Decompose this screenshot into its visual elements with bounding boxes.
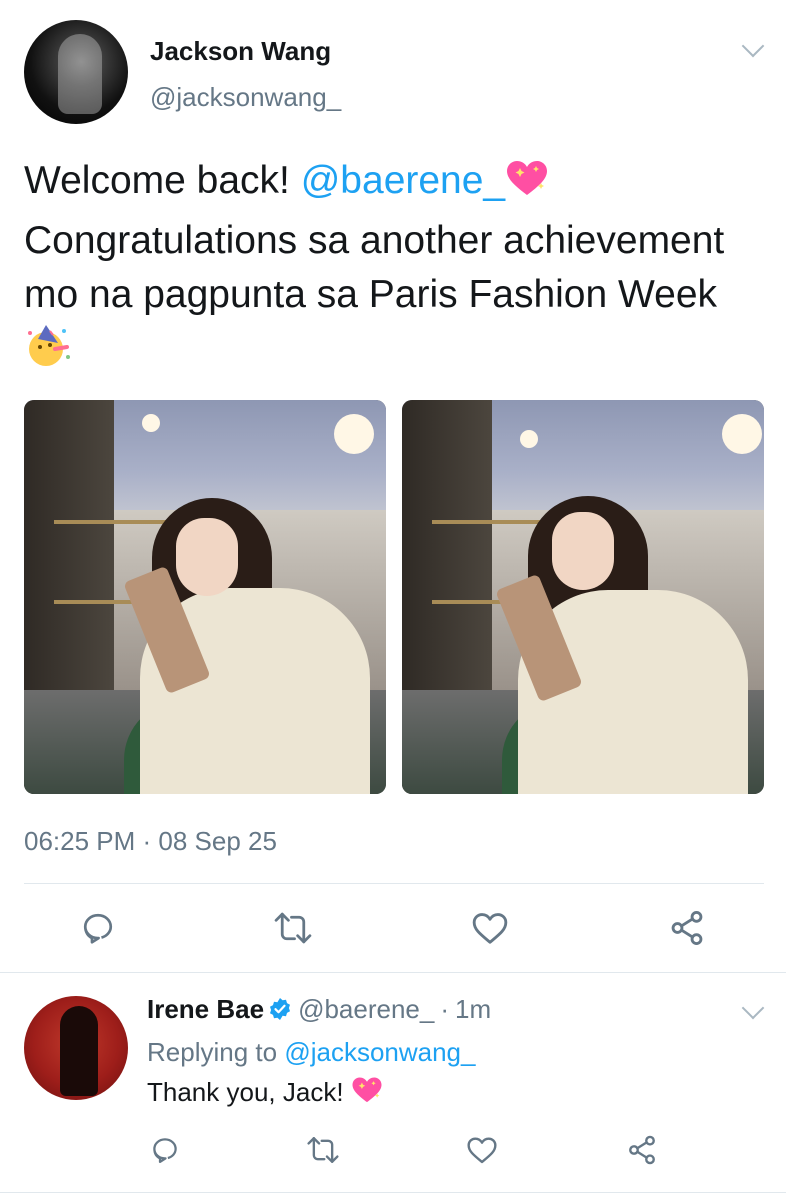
tweet-photo-2[interactable] bbox=[402, 400, 764, 794]
reply-author-avatar[interactable] bbox=[24, 996, 128, 1100]
tweet-timestamp[interactable]: 06:25 PM · 08 Sep 25 bbox=[24, 826, 277, 857]
chevron-down-icon[interactable] bbox=[741, 34, 765, 58]
sparkling-heart-emoji bbox=[351, 1076, 383, 1112]
author-handle[interactable]: @jacksonwang_ bbox=[150, 82, 341, 113]
divider bbox=[24, 883, 764, 884]
reply-icon[interactable] bbox=[78, 908, 118, 948]
partying-face-emoji bbox=[24, 323, 72, 382]
divider bbox=[0, 1192, 786, 1193]
separator-dot: · bbox=[440, 994, 450, 1024]
verified-badge-icon bbox=[268, 997, 292, 1021]
tweet-text: Welcome back! @baerene_ Congratulations … bbox=[24, 154, 764, 382]
reply-header: Irene Bae @baerene_ · 1m bbox=[147, 994, 491, 1025]
reply-text-body: Thank you, Jack! bbox=[147, 1077, 351, 1107]
share-icon[interactable] bbox=[622, 1130, 662, 1170]
replying-to: Replying to @jacksonwang_ bbox=[147, 1037, 475, 1068]
reply-icon[interactable] bbox=[145, 1130, 185, 1170]
chevron-down-icon[interactable] bbox=[741, 996, 765, 1020]
tweet-text-part2: Congratulations sa another achievement m… bbox=[24, 219, 725, 316]
retweet-icon[interactable] bbox=[273, 908, 313, 948]
reply-author-handle[interactable]: @baerene_ bbox=[298, 994, 434, 1024]
heart-icon[interactable] bbox=[470, 908, 510, 948]
retweet-icon[interactable] bbox=[303, 1130, 343, 1170]
reply-time[interactable]: 1m bbox=[455, 994, 491, 1024]
divider bbox=[0, 972, 786, 973]
reply-author-name[interactable]: Irene Bae bbox=[147, 994, 264, 1024]
heart-icon[interactable] bbox=[462, 1130, 502, 1170]
author-name[interactable]: Jackson Wang bbox=[150, 36, 331, 67]
author-avatar[interactable] bbox=[24, 20, 128, 124]
share-icon[interactable] bbox=[667, 908, 707, 948]
replying-prefix: Replying to bbox=[147, 1037, 285, 1067]
replying-to-link[interactable]: @jacksonwang_ bbox=[284, 1037, 475, 1067]
reply-text: Thank you, Jack! bbox=[147, 1076, 383, 1112]
tweet-photo-1[interactable] bbox=[24, 400, 386, 794]
sparkling-heart-emoji bbox=[505, 159, 549, 214]
tweet-text-part1: Welcome back! bbox=[24, 159, 301, 202]
mention-link[interactable]: @baerene_ bbox=[301, 159, 505, 202]
